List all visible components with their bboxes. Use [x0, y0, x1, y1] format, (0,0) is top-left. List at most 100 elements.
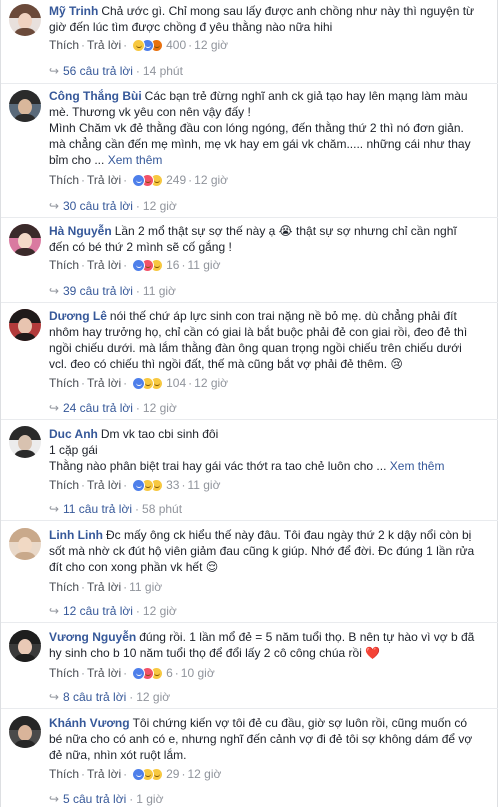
replies-link[interactable]: ↪ 56 câu trả lời · 14 phút: [49, 64, 183, 78]
comment-time[interactable]: 12 giờ: [187, 767, 221, 781]
avatar[interactable]: [9, 716, 41, 748]
see-more-link[interactable]: Xem thêm: [390, 459, 445, 473]
divider: [1, 217, 498, 218]
avatar[interactable]: [9, 630, 41, 662]
see-more-link[interactable]: Xem thêm: [108, 153, 163, 167]
reply-arrow-icon: ↪: [49, 792, 60, 806]
reaction-icons[interactable]: [132, 259, 166, 272]
reply-arrow-icon: ↪: [49, 64, 60, 78]
reaction-count[interactable]: 104: [166, 376, 186, 390]
comment-time[interactable]: 12 giờ: [194, 376, 228, 390]
commenter-name[interactable]: Công Thắng Bùi: [49, 89, 142, 103]
replies-link[interactable]: ↪ 30 câu trả lời · 12 giờ: [49, 199, 177, 213]
avatar[interactable]: [9, 528, 41, 560]
reply-link[interactable]: Trả lời: [87, 767, 121, 781]
reply-link[interactable]: Trả lời: [87, 258, 121, 272]
like-link[interactable]: Thích: [49, 258, 79, 272]
replies-link[interactable]: ↪ 5 câu trả lời · 1 giờ: [49, 792, 163, 806]
comment-time[interactable]: 12 giờ: [194, 173, 228, 187]
comment-text: Vương Nguyễn đúng rồi. 1 lần mổ đẻ = 5 nă…: [49, 629, 477, 661]
like-link[interactable]: Thích: [49, 666, 79, 680]
divider: [1, 520, 498, 521]
comment-time[interactable]: 11 giờ: [187, 258, 220, 272]
reply-link[interactable]: Trả lời: [87, 173, 121, 187]
like-link[interactable]: Thích: [49, 767, 79, 781]
replies-count[interactable]: 56 câu trả lời: [63, 64, 133, 78]
replies-link[interactable]: ↪ 24 câu trả lời · 12 giờ: [49, 401, 177, 415]
comment-body: Dm vk tao cbi sinh đôi 1 cặp gái Thằng n…: [49, 427, 387, 473]
commenter-name[interactable]: Duc Anh: [49, 427, 98, 441]
reaction-count[interactable]: 16: [166, 258, 179, 272]
replies-link[interactable]: ↪ 12 câu trả lời · 12 giờ: [49, 604, 177, 618]
comment-time[interactable]: 10 giờ: [181, 666, 215, 680]
divider: [1, 302, 498, 303]
replies-link[interactable]: ↪ 39 câu trả lời · 11 giờ: [49, 284, 176, 298]
replies-time: 11 giờ: [142, 284, 176, 298]
replies-time: 12 giờ: [142, 199, 177, 213]
comment-body: Đc mấy ông ck hiểu thế này đâu. Tôi đau …: [49, 528, 475, 574]
reaction-icons[interactable]: [132, 479, 166, 492]
comment-text: Mỹ Trinh Chả ước gì. Chỉ mong sau lấy đượ…: [49, 3, 477, 35]
reaction-count[interactable]: 400: [166, 38, 186, 52]
reply-link[interactable]: Trả lời: [87, 376, 121, 390]
commenter-name[interactable]: Linh Linh: [49, 528, 103, 542]
divider: [1, 622, 498, 623]
commenter-name[interactable]: Dương Lê: [49, 309, 107, 323]
reply-arrow-icon: ↪: [49, 284, 60, 298]
replies-count[interactable]: 5 câu trả lời: [63, 792, 126, 806]
replies-count[interactable]: 39 câu trả lời: [63, 284, 133, 298]
replies-count[interactable]: 24 câu trả lời: [63, 401, 133, 415]
reply-arrow-icon: ↪: [49, 502, 60, 516]
reaction-count[interactable]: 29: [166, 767, 179, 781]
reaction-count[interactable]: 6: [166, 666, 173, 680]
replies-count[interactable]: 30 câu trả lời: [63, 199, 133, 213]
comment-actions: Thích · Trả lời · 33 · 11 giờ: [49, 478, 221, 492]
like-link[interactable]: Thích: [49, 173, 79, 187]
comment-time[interactable]: 11 giờ: [187, 478, 220, 492]
comment-text: Dương Lê nói thế chứ áp lực sinh con trai…: [49, 308, 477, 372]
reply-link[interactable]: Trả lời: [87, 38, 121, 52]
avatar[interactable]: [9, 90, 41, 122]
like-link[interactable]: Thích: [49, 376, 79, 390]
like-link[interactable]: Thích: [49, 580, 79, 594]
reply-arrow-icon: ↪: [49, 199, 60, 213]
reaction-icons[interactable]: [132, 39, 166, 52]
replies-time: 14 phút: [142, 64, 183, 78]
commenter-name[interactable]: Khánh Vương: [49, 716, 130, 730]
comment-time[interactable]: 12 giờ: [194, 38, 228, 52]
replies-count[interactable]: 12 câu trả lời: [63, 604, 133, 618]
reaction-icons[interactable]: [132, 667, 166, 680]
replies-time: 12 giờ: [136, 690, 171, 704]
comment-text: Hà Nguyễn Lần 2 mổ thật sự sợ thế này ạ 😭…: [49, 223, 477, 255]
reply-link[interactable]: Trả lời: [87, 478, 121, 492]
reply-link[interactable]: Trả lời: [87, 580, 121, 594]
reply-link[interactable]: Trả lời: [87, 666, 121, 680]
reaction-icons[interactable]: [132, 377, 166, 390]
avatar[interactable]: [9, 426, 41, 458]
replies-link[interactable]: ↪ 11 câu trả lời · 58 phút: [49, 502, 182, 516]
comment-text: Khánh Vương Tôi chứng kiến vợ tôi đẻ cu đ…: [49, 715, 477, 763]
replies-link[interactable]: ↪ 8 câu trả lời · 12 giờ: [49, 690, 170, 704]
like-link[interactable]: Thích: [49, 38, 79, 52]
replies-count[interactable]: 11 câu trả lời: [63, 502, 132, 516]
comments-panel: Mỹ Trinh Chả ước gì. Chỉ mong sau lấy đượ…: [0, 0, 498, 807]
replies-count[interactable]: 8 câu trả lời: [63, 690, 126, 704]
comment-body: nói thế chứ áp lực sinh con trai nặng nề…: [49, 309, 468, 371]
like-link[interactable]: Thích: [49, 478, 79, 492]
reaction-count[interactable]: 249: [166, 173, 186, 187]
comment-actions: Thích · Trả lời · 11 giờ: [49, 580, 163, 594]
commenter-name[interactable]: Mỹ Trinh: [49, 4, 98, 18]
comment-actions: Thích · Trả lời · 29 · 12 giờ: [49, 767, 222, 781]
avatar[interactable]: [9, 4, 41, 36]
commenter-name[interactable]: Vương Nguyễn: [49, 630, 136, 644]
comment-time[interactable]: 11 giờ: [129, 580, 162, 594]
reaction-icons[interactable]: [132, 768, 166, 781]
reaction-icons[interactable]: [132, 174, 166, 187]
divider: [1, 83, 498, 84]
reaction-count[interactable]: 33: [166, 478, 179, 492]
avatar[interactable]: [9, 309, 41, 341]
avatar[interactable]: [9, 224, 41, 256]
commenter-name[interactable]: Hà Nguyễn: [49, 224, 112, 238]
comment-actions: Thích · Trả lời · 16 · 11 giờ: [49, 258, 221, 272]
replies-time: 12 giờ: [142, 604, 177, 618]
